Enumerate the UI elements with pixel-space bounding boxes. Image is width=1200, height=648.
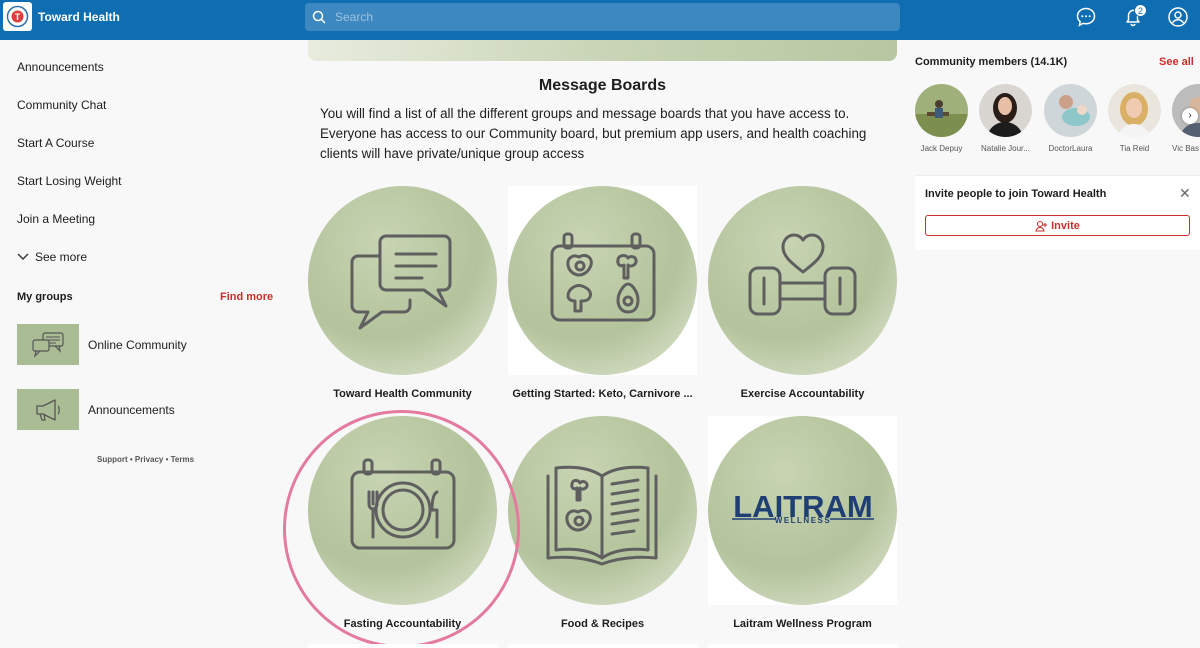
next-row-card-peek <box>308 644 497 648</box>
group-name: Online Community <box>88 337 187 352</box>
svg-text:T: T <box>15 12 21 22</box>
search-icon <box>312 10 326 24</box>
next-row-card-peek <box>508 644 697 648</box>
member-name: DoctorLaura <box>1048 144 1093 153</box>
meal-tray-icon <box>550 232 656 322</box>
close-icon[interactable]: ✕ <box>1179 185 1191 202</box>
member-avatar[interactable]: Natalie Jour... <box>979 84 1032 153</box>
nav-item-start-course[interactable]: Start A Course <box>17 136 94 150</box>
see-all-link[interactable]: See all <box>1159 56 1194 68</box>
board-label: Fasting Accountability <box>343 618 462 630</box>
nav-item-join-meeting[interactable]: Join a Meeting <box>17 212 95 226</box>
invite-button-label: Invite <box>1051 219 1080 232</box>
member-name: Natalie Jour... <box>981 144 1030 153</box>
next-row-card-peek <box>708 644 897 648</box>
see-more-label: See more <box>35 250 88 264</box>
my-groups-heading: My groups <box>17 291 73 303</box>
laitram-logo: LAITRAM WELLNESS <box>732 489 874 525</box>
member-avatar[interactable]: DoctorLaura <box>1044 84 1097 153</box>
profile-icon[interactable] <box>1167 6 1189 28</box>
top-bar: T Toward Health 2 <box>0 0 1200 40</box>
avatar <box>979 84 1032 137</box>
member-avatar[interactable]: Tia Reid <box>1108 84 1161 153</box>
board-label: Exercise Accountability <box>740 388 865 400</box>
intro-text: You will find a list of all the differen… <box>320 106 867 161</box>
board-image <box>308 186 497 375</box>
chevron-down-icon <box>17 253 29 260</box>
member-avatar[interactable]: Jack Depuy <box>915 84 968 153</box>
member-name: Jack Depuy <box>920 144 963 153</box>
group-thumbnail <box>17 389 79 430</box>
invite-button[interactable]: Invite <box>925 215 1190 236</box>
app-logo[interactable]: T <box>3 2 32 31</box>
footer-links[interactable]: Support • Privacy • Terms <box>97 455 194 464</box>
board-image <box>708 186 897 375</box>
member-name: Vic Bas <box>1172 144 1199 153</box>
search-input[interactable] <box>335 8 875 26</box>
chat-bubbles-icon <box>32 331 64 358</box>
app-title[interactable]: Toward Health <box>38 10 120 24</box>
left-sidebar: Announcements Community Chat Start A Cou… <box>0 40 290 648</box>
board-image <box>508 186 697 375</box>
page-title: Message Boards <box>538 77 667 94</box>
board-image <box>308 416 497 605</box>
invite-title: Invite people to join Toward Health <box>925 188 1107 200</box>
avatar <box>1044 84 1097 137</box>
nav-item-community-chat[interactable]: Community Chat <box>17 98 106 112</box>
search-bar[interactable] <box>305 3 900 31</box>
cover-banner <box>308 40 897 61</box>
board-label: Toward Health Community <box>333 388 472 400</box>
see-more-button[interactable]: See more <box>17 250 87 264</box>
nav-item-announcements[interactable]: Announcements <box>17 60 104 74</box>
invite-card: Invite people to join Toward Health ✕ In… <box>915 175 1200 250</box>
board-image <box>508 416 697 605</box>
board-label: Getting Started: Keto, Carnivore ... <box>512 388 693 400</box>
megaphone-icon <box>36 398 60 421</box>
avatar <box>915 84 968 137</box>
group-item-online-community[interactable]: Online Community <box>17 324 187 365</box>
member-name: Tia Reid <box>1119 144 1150 153</box>
community-members-heading: Community members (14.1K) <box>915 56 1068 68</box>
chevron-right-icon[interactable]: › <box>1182 108 1198 124</box>
find-more-link[interactable]: Find more <box>220 291 273 303</box>
laitram-logo-subtext: WELLNESS <box>775 516 831 525</box>
group-name: Announcements <box>88 402 175 417</box>
messages-icon[interactable] <box>1075 6 1097 28</box>
chat-bubbles-icon <box>350 234 452 330</box>
board-label: Food & Recipes <box>560 618 645 630</box>
avatar <box>1108 84 1161 137</box>
nav-item-start-losing-weight[interactable]: Start Losing Weight <box>17 174 122 188</box>
board-label: Laitram Wellness Program <box>733 618 872 630</box>
plate-cutlery-icon <box>350 458 456 550</box>
notification-badge: 2 <box>1134 4 1147 17</box>
group-thumbnail <box>17 324 79 365</box>
add-user-icon <box>1035 220 1048 232</box>
board-image: LAITRAM WELLNESS <box>708 416 897 605</box>
logo-icon: T <box>6 5 29 28</box>
dumbbell-heart-icon <box>748 233 857 316</box>
group-item-announcements[interactable]: Announcements <box>17 389 175 430</box>
recipe-book-icon <box>546 465 658 566</box>
